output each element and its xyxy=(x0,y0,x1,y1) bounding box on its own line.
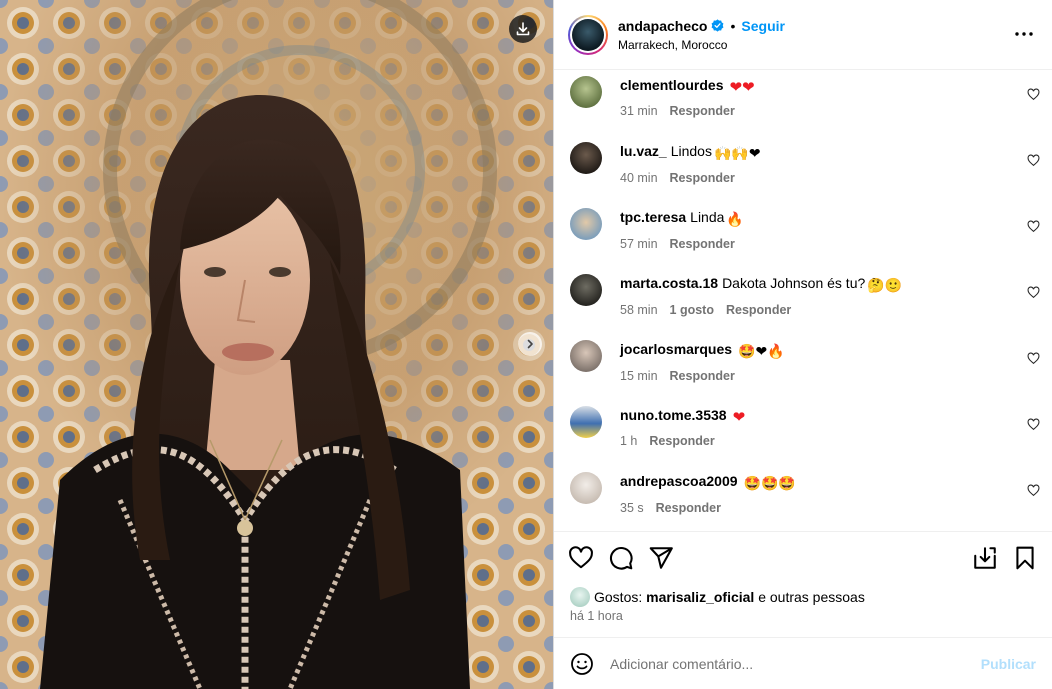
comment-like-icon[interactable] xyxy=(1027,154,1040,167)
comment-text: Lindos xyxy=(670,143,712,159)
comment-time[interactable]: 40 min xyxy=(620,171,658,185)
post-actions xyxy=(568,545,1038,573)
post-dialog: andapacheco • Seguir Marrakech, Morocco xyxy=(0,0,1052,689)
comment-item: marta.costa.18 Dakota Johnson és tu? 🤔🙂 58… xyxy=(570,274,1040,334)
reply-button[interactable]: Responder xyxy=(726,303,791,317)
reply-button[interactable]: Responder xyxy=(670,104,735,118)
comment-emoji: 🔥 xyxy=(726,212,744,228)
comment-emoji: 🤔🙂 xyxy=(867,278,903,294)
post-side-panel: andapacheco • Seguir Marrakech, Morocco xyxy=(553,0,1052,689)
comment-item: tpc.teresa Linda 🔥 57 min Responder xyxy=(570,208,1040,268)
bookmark-icon[interactable] xyxy=(1012,545,1038,571)
comment-username[interactable]: clementlourdes xyxy=(620,77,723,93)
verified-badge-icon xyxy=(712,19,724,32)
comment-like-icon[interactable] xyxy=(1027,484,1040,497)
post-header: andapacheco • Seguir Marrakech, Morocco xyxy=(554,0,1052,70)
comment-avatar[interactable] xyxy=(570,274,602,306)
more-options-icon xyxy=(1015,32,1033,36)
comment-avatar[interactable] xyxy=(570,472,602,504)
comment-like-icon[interactable] xyxy=(1027,88,1040,101)
comment-item: jocarlosmarques 🤩❤🔥 15 min Responder xyxy=(570,340,1040,400)
download-icon xyxy=(516,22,530,36)
comment-username[interactable]: andrepascoa2009 xyxy=(620,473,738,489)
comment-avatar[interactable] xyxy=(570,76,602,108)
comment-text: Dakota Johnson és tu? xyxy=(722,275,866,291)
likes-suffix[interactable]: e outras pessoas xyxy=(758,589,865,605)
comment-item: clementlourdes ❤❤ 31 min Responder xyxy=(570,76,1040,136)
comment-like-icon[interactable] xyxy=(1027,352,1040,365)
comment-item: nuno.tome.3538 ❤ 1 h Responder xyxy=(570,406,1040,466)
comments-list[interactable]: clementlourdes ❤❤ 31 min Responder lu.vaz… xyxy=(554,70,1052,532)
save-to-collection-icon[interactable] xyxy=(972,545,998,571)
comment-emoji: 🙌🙌❤ xyxy=(713,146,761,162)
comment-avatar[interactable] xyxy=(570,340,602,372)
author-avatar[interactable] xyxy=(568,14,608,55)
post-photo xyxy=(0,0,553,689)
reply-button[interactable]: Responder xyxy=(649,434,714,448)
paper-plane-icon[interactable] xyxy=(648,545,674,571)
comment-like-icon[interactable] xyxy=(1027,220,1040,233)
comment-time[interactable]: 35 s xyxy=(620,501,644,515)
comment-avatar[interactable] xyxy=(570,208,602,240)
comment-like-icon[interactable] xyxy=(1027,418,1040,431)
comment-avatar[interactable] xyxy=(570,406,602,438)
comment-emoji: ❤ xyxy=(732,408,746,426)
comment-like-icon[interactable] xyxy=(1027,286,1040,299)
comment-time[interactable]: 58 min xyxy=(620,303,658,317)
comment-time[interactable]: 15 min xyxy=(620,369,658,383)
chevron-right-icon xyxy=(527,339,533,349)
post-media[interactable] xyxy=(0,0,553,689)
author-username[interactable]: andapacheco xyxy=(618,18,707,34)
reply-button[interactable]: Responder xyxy=(670,237,735,251)
comment-time[interactable]: 31 min xyxy=(620,104,658,118)
publish-button[interactable]: Publicar xyxy=(981,656,1036,672)
comment-like-count[interactable]: 1 gosto xyxy=(670,303,714,317)
comment-username[interactable]: jocarlosmarques xyxy=(620,341,732,357)
liker-username[interactable]: marisaliz_oficial xyxy=(646,589,754,605)
post-time[interactable]: há 1 hora xyxy=(570,609,623,623)
comment-item: lu.vaz_ Lindos 🙌🙌❤ 40 min Responder xyxy=(570,142,1040,202)
follow-button[interactable]: Seguir xyxy=(741,18,785,34)
heart-icon[interactable] xyxy=(568,545,594,571)
reply-button[interactable]: Responder xyxy=(670,171,735,185)
smile-icon[interactable] xyxy=(570,652,594,676)
comment-text: Linda xyxy=(690,209,725,225)
comment-emoji: 🤩🤩🤩 xyxy=(743,476,796,492)
reply-button[interactable]: Responder xyxy=(670,369,735,383)
next-image-button[interactable] xyxy=(518,332,542,356)
comment-avatar[interactable] xyxy=(570,142,602,174)
comment-item: andrepascoa2009 🤩🤩🤩 35 s Responder xyxy=(570,472,1040,531)
post-location[interactable]: Marrakech, Morocco xyxy=(618,38,785,52)
comment-emoji: ❤❤ xyxy=(729,78,755,96)
likes-summary[interactable]: Gostos: marisaliz_oficial e outras pesso… xyxy=(570,587,865,607)
reply-button[interactable]: Responder xyxy=(656,501,721,515)
liker-avatar[interactable] xyxy=(570,587,590,607)
download-button[interactable] xyxy=(509,15,537,43)
comment-username[interactable]: tpc.teresa xyxy=(620,209,686,225)
comment-time[interactable]: 1 h xyxy=(620,434,637,448)
comment-icon[interactable] xyxy=(608,545,634,571)
likes-prefix: Gostos: xyxy=(594,589,643,605)
comment-username[interactable]: nuno.tome.3538 xyxy=(620,407,727,423)
header-separator: • xyxy=(730,17,736,34)
comment-emoji: 🤩❤🔥 xyxy=(738,344,785,360)
comment-username[interactable]: marta.costa.18 xyxy=(620,275,718,291)
comment-username[interactable]: lu.vaz_ xyxy=(620,143,667,159)
comment-time[interactable]: 57 min xyxy=(620,237,658,251)
comment-input[interactable] xyxy=(610,655,981,672)
add-comment-bar: Publicar xyxy=(554,637,1052,689)
more-options-button[interactable] xyxy=(1014,24,1034,44)
